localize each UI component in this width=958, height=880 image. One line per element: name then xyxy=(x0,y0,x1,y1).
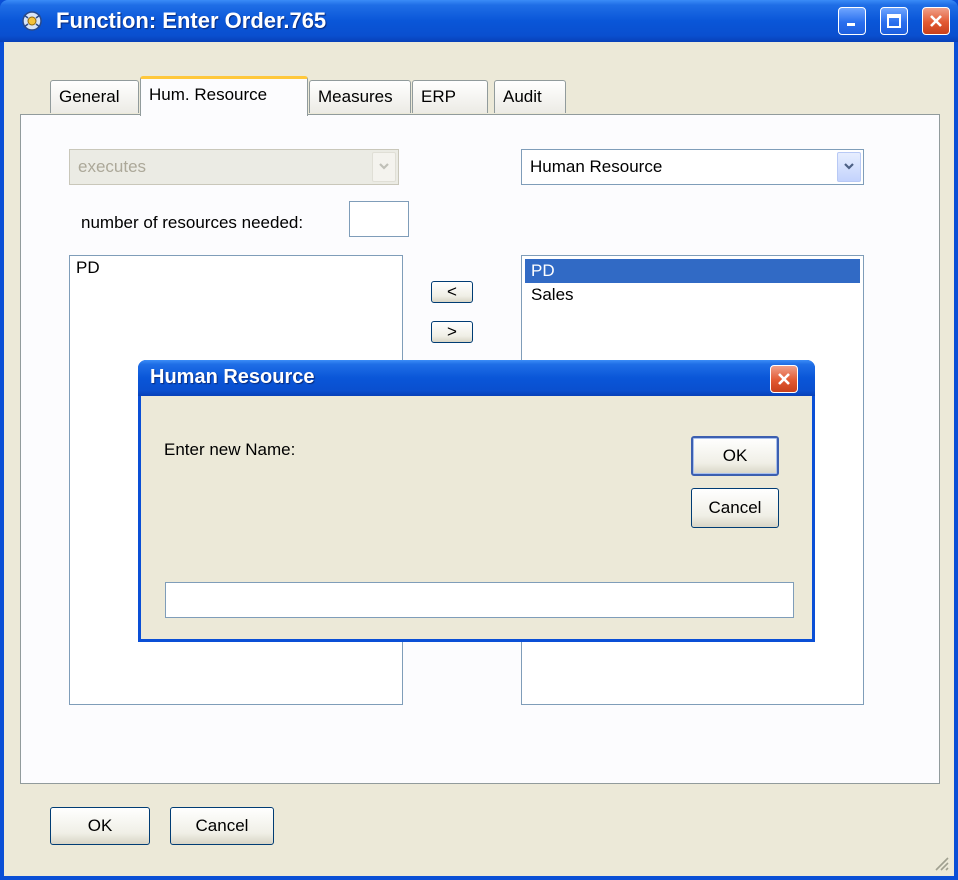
dialog-client-area: Enter new Name: OK Cancel xyxy=(141,396,812,639)
tab-hum-resource-label: Hum. Resource xyxy=(149,85,268,104)
close-button[interactable] xyxy=(922,7,950,35)
tab-hum-resource[interactable]: Hum. Resource xyxy=(140,76,308,116)
move-right-label: > xyxy=(447,322,457,341)
tab-audit-label: Audit xyxy=(503,87,542,106)
tab-general-label: General xyxy=(59,87,120,106)
dialog-titlebar[interactable]: Human Resource xyxy=(138,360,815,396)
tab-measures[interactable]: Measures xyxy=(309,80,411,113)
tab-erp-label: ERP xyxy=(421,87,456,106)
close-icon xyxy=(778,373,790,385)
resource-type-combo-arrow[interactable] xyxy=(837,152,861,182)
list-item[interactable]: PD xyxy=(70,256,402,280)
chevron-down-icon xyxy=(379,163,389,170)
resource-type-combo[interactable]: Human Resource xyxy=(521,149,864,185)
tab-audit[interactable]: Audit xyxy=(494,80,566,113)
list-item-sales[interactable]: Sales xyxy=(525,283,860,307)
relation-combo-value: executes xyxy=(78,157,147,176)
move-left-button[interactable]: < xyxy=(431,281,473,303)
dialog-close-button[interactable] xyxy=(770,365,798,393)
chevron-down-icon xyxy=(844,163,854,170)
resize-grip-icon[interactable] xyxy=(930,852,950,872)
list-item-pd[interactable]: PD xyxy=(525,259,860,283)
resources-needed-label: number of resources needed: xyxy=(81,213,304,232)
resources-needed-input[interactable] xyxy=(349,201,409,237)
window-title: Function: Enter Order.765 xyxy=(56,8,327,33)
move-left-label: < xyxy=(447,282,457,301)
resource-type-combo-value: Human Resource xyxy=(530,157,663,176)
ok-button[interactable]: OK xyxy=(50,807,150,845)
app-icon xyxy=(22,11,42,31)
dialog-title: Human Resource xyxy=(150,366,315,388)
human-resource-dialog: Human Resource Enter new Name: OK Cancel xyxy=(138,360,815,642)
new-name-input[interactable] xyxy=(165,582,794,618)
minimize-icon xyxy=(847,23,855,26)
close-icon xyxy=(930,15,942,27)
maximize-icon xyxy=(887,14,901,28)
tab-measures-label: Measures xyxy=(318,87,393,106)
dialog-ok-label: OK xyxy=(722,446,748,465)
dialog-ok-button[interactable]: OK xyxy=(691,436,779,476)
tab-general[interactable]: General xyxy=(50,80,139,113)
move-right-button[interactable]: > xyxy=(431,321,473,343)
minimize-button[interactable] xyxy=(838,7,866,35)
maximize-button[interactable] xyxy=(880,7,908,35)
dialog-cancel-label: Cancel xyxy=(708,498,762,517)
relation-combo-arrow xyxy=(372,152,396,182)
dialog-cancel-button[interactable]: Cancel xyxy=(691,488,779,528)
relation-combo: executes xyxy=(69,149,399,185)
cancel-button[interactable]: Cancel xyxy=(170,807,274,845)
window-titlebar[interactable]: Function: Enter Order.765 xyxy=(0,0,958,42)
tab-erp[interactable]: ERP xyxy=(412,80,488,113)
cancel-button-label: Cancel xyxy=(195,816,249,835)
dialog-prompt: Enter new Name: xyxy=(164,440,296,459)
ok-button-label: OK xyxy=(87,816,113,835)
